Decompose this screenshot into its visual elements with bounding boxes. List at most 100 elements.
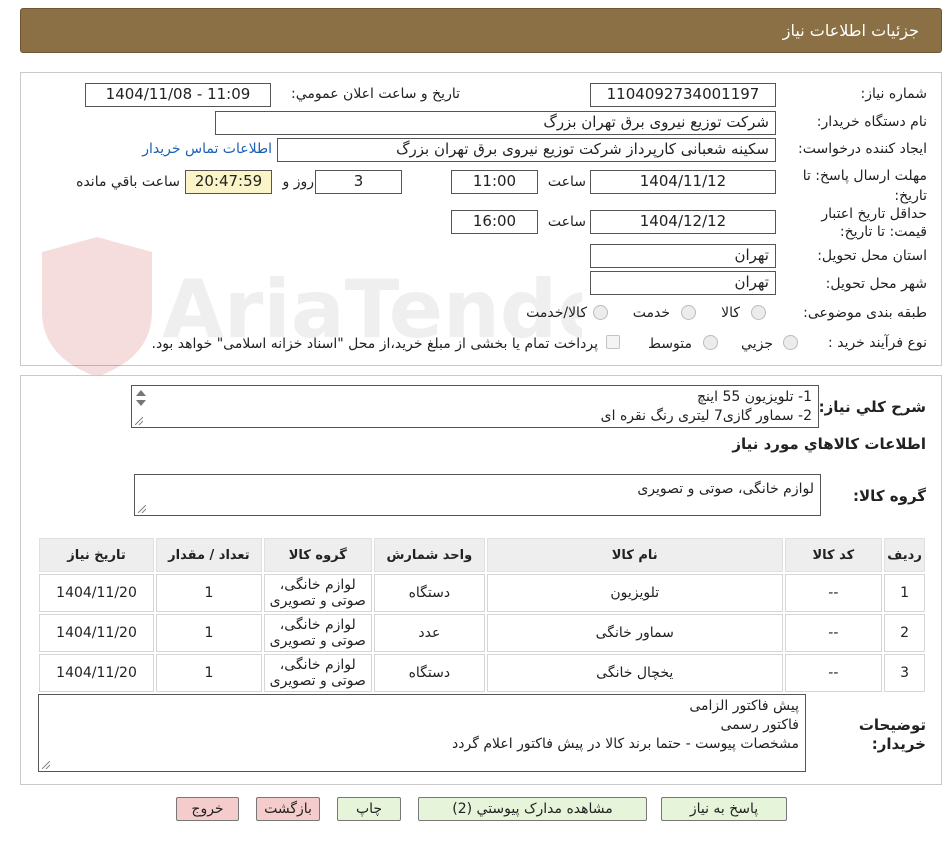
resize-grip-icon[interactable] bbox=[135, 417, 143, 425]
reply-button[interactable]: پاسخ به نیاز bbox=[661, 797, 787, 821]
goods-section-title: اطلاعات کالاهاي مورد نیاز bbox=[732, 435, 926, 453]
page-title: جزئیات اطلاعات نیاز bbox=[782, 21, 919, 40]
item-unit: عدد bbox=[373, 614, 485, 652]
remaining-time-field: 20:47:59 bbox=[185, 170, 272, 194]
item-group-line1: لوازم خانگی، bbox=[279, 577, 356, 593]
deadline-label: مهلت ارسال پاسخ: تا تاریخ: bbox=[803, 166, 927, 206]
notes-label-line2: خریدار: bbox=[871, 735, 926, 753]
summary-label: شرح کلي نیاز: bbox=[818, 398, 926, 416]
scroll-down-icon[interactable] bbox=[136, 400, 146, 406]
category-goods-radio[interactable] bbox=[751, 305, 766, 320]
category-both-radio[interactable] bbox=[593, 305, 608, 320]
exit-button[interactable]: خروج bbox=[176, 797, 239, 821]
resize-grip-icon[interactable] bbox=[42, 761, 50, 769]
view-attachments-button[interactable]: مشاهده مدارک پیوستي (2) bbox=[418, 797, 647, 821]
col-header: ردیف bbox=[884, 538, 925, 572]
validity-label-line2: قیمت: تا تاریخ: bbox=[839, 224, 927, 240]
item-name: سماور خانگی bbox=[486, 614, 783, 652]
table-row: 1 -- تلویزیون دستگاه لوازم خانگی، صوتی و … bbox=[39, 574, 925, 612]
category-label: طبقه بندی موضوعی: bbox=[803, 305, 927, 321]
category-service-radio[interactable] bbox=[681, 305, 696, 320]
item-group-line1: لوازم خانگی، bbox=[279, 657, 356, 673]
remaining-label: ساعت باقي مانده bbox=[76, 174, 180, 190]
item-code: -- bbox=[784, 574, 883, 612]
contact-buyer-link[interactable]: اطلاعات تماس خریدار bbox=[142, 141, 272, 157]
days-field: 3 bbox=[315, 170, 402, 194]
goods-group-textarea[interactable]: لوازم خانگی، صوتی و تصویری bbox=[134, 474, 821, 516]
item-group-line2: صوتی و تصویری bbox=[269, 633, 366, 649]
col-header: واحد شمارش bbox=[373, 538, 485, 572]
item-date: 1404/11/20 bbox=[39, 614, 155, 652]
goods-group-value: لوازم خانگی، صوتی و تصویری bbox=[637, 481, 814, 497]
purchase-medium-radio[interactable] bbox=[703, 335, 718, 350]
col-header: نام کالا bbox=[486, 538, 783, 572]
need-number-label: شماره نیاز: bbox=[860, 86, 928, 102]
table-header-row: ردیف کد کالا نام کالا واحد شمارش گروه کا… bbox=[39, 538, 925, 572]
item-group: لوازم خانگی، صوتی و تصویری bbox=[263, 574, 372, 612]
summary-textarea[interactable]: 1- تلویزیون 55 اینچ 2- سماور گازی7 لیتری… bbox=[131, 385, 819, 428]
item-group: لوازم خانگی، صوتی و تصویری bbox=[263, 654, 372, 692]
province-label: استان محل تحویل: bbox=[817, 248, 927, 264]
buyer-org-label: نام دستگاه خریدار: bbox=[816, 114, 927, 130]
purchase-minor-radio[interactable] bbox=[783, 335, 798, 350]
treasury-note: پرداخت تمام یا بخشی از مبلغ خرید،از محل … bbox=[151, 336, 598, 352]
item-date: 1404/11/20 bbox=[39, 574, 155, 612]
row-index: 3 bbox=[884, 654, 925, 692]
notes-label: توضیحات خریدار: bbox=[859, 716, 926, 754]
table-row: 2 -- سماور خانگی عدد لوازم خانگی، صوتی و … bbox=[39, 614, 925, 652]
col-header: تعداد / مقدار bbox=[156, 538, 262, 572]
item-unit: دستگاه bbox=[373, 574, 485, 612]
item-qty: 1 bbox=[156, 574, 262, 612]
validity-time-label: ساعت bbox=[547, 214, 586, 230]
item-qty: 1 bbox=[156, 614, 262, 652]
item-name: تلویزیون bbox=[486, 574, 783, 612]
row-index: 1 bbox=[884, 574, 925, 612]
notes-line-1: پیش فاکتور الزامی bbox=[689, 698, 799, 714]
goods-table: ردیف کد کالا نام کالا واحد شمارش گروه کا… bbox=[37, 536, 927, 694]
item-group-line1: لوازم خانگی، bbox=[279, 617, 356, 633]
city-field: تهران bbox=[590, 271, 776, 295]
city-label: شهر محل تحویل: bbox=[825, 276, 927, 292]
col-header: گروه کالا bbox=[263, 538, 372, 572]
item-group-line2: صوتی و تصویری bbox=[269, 593, 366, 609]
buyer-org-field: شرکت توزیع نیروی برق تهران بزرگ bbox=[215, 111, 776, 135]
province-field: تهران bbox=[590, 244, 776, 268]
scroll-up-icon[interactable] bbox=[136, 390, 146, 396]
item-name: یخچال خانگی bbox=[486, 654, 783, 692]
scroll-arrows[interactable] bbox=[135, 389, 147, 411]
item-group-line2: صوتی و تصویری bbox=[269, 673, 366, 689]
category-goods-label: کالا bbox=[721, 305, 740, 321]
purchase-minor-label: جزیي bbox=[741, 336, 773, 352]
summary-line-2: 2- سماور گازی7 لیتری رنگ نقره ای bbox=[600, 408, 812, 424]
table-row: 3 -- یخچال خانگی دستگاه لوازم خانگی، صوتی… bbox=[39, 654, 925, 692]
validity-label: حداقل تاریخ اعتبار قیمت: تا تاریخ: bbox=[821, 205, 927, 241]
deadline-label-line2: تاریخ: bbox=[894, 188, 927, 204]
row-index: 2 bbox=[884, 614, 925, 652]
purchase-type-label: نوع فرآیند خرید : bbox=[828, 335, 927, 351]
goods-table-wrapper: ردیف کد کالا نام کالا واحد شمارش گروه کا… bbox=[37, 536, 927, 694]
back-button[interactable]: بازگشت bbox=[256, 797, 320, 821]
notes-textarea[interactable]: پیش فاکتور الزامی فاکتور رسمی مشخصات پیو… bbox=[38, 694, 806, 772]
deadline-time-field: 11:00 bbox=[451, 170, 538, 194]
days-label: روز و bbox=[282, 174, 315, 190]
notes-line-3: مشخصات پیوست - حتما برند کالا در پیش فاک… bbox=[452, 736, 799, 752]
announce-label: تاریخ و ساعت اعلان عمومي: bbox=[291, 86, 460, 102]
summary-line-1: 1- تلویزیون 55 اینچ bbox=[697, 389, 812, 405]
goods-group-label: گروه کالا: bbox=[853, 487, 926, 505]
item-date: 1404/11/20 bbox=[39, 654, 155, 692]
deadline-label-line1: مهلت ارسال پاسخ: تا bbox=[802, 168, 927, 184]
requester-field: سکینه شعبانی کارپرداز شرکت توزیع نیروی ب… bbox=[277, 138, 776, 162]
item-code: -- bbox=[784, 614, 883, 652]
treasury-checkbox[interactable] bbox=[606, 335, 620, 349]
validity-time-field: 16:00 bbox=[451, 210, 538, 234]
item-unit: دستگاه bbox=[373, 654, 485, 692]
resize-grip-icon[interactable] bbox=[138, 505, 146, 513]
item-qty: 1 bbox=[156, 654, 262, 692]
need-number-field: 1104092734001197 bbox=[590, 83, 776, 107]
col-header: کد کالا bbox=[784, 538, 883, 572]
notes-line-2: فاکتور رسمی bbox=[720, 717, 799, 733]
notes-label-line1: توضیحات bbox=[858, 716, 926, 734]
category-both-label: کالا/خدمت bbox=[526, 305, 587, 321]
print-button[interactable]: چاپ bbox=[337, 797, 401, 821]
item-group: لوازم خانگی، صوتی و تصویری bbox=[263, 614, 372, 652]
